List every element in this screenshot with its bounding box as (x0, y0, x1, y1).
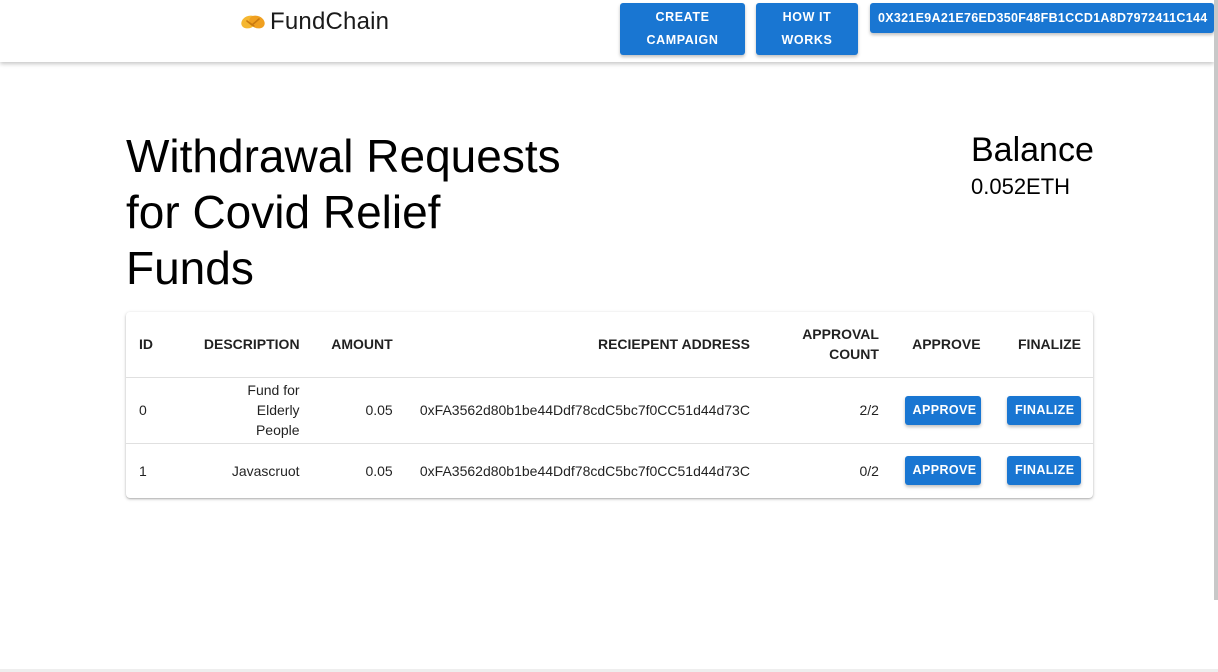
requests-table: ID DESCRIPTION AMOUNT RECIEPENT ADDRESS … (126, 312, 1093, 498)
table-header-row: ID DESCRIPTION AMOUNT RECIEPENT ADDRESS … (126, 312, 1093, 378)
balance-label: Balance (971, 131, 1094, 169)
create-campaign-button[interactable]: CREATE CAMPAIGN (620, 3, 745, 55)
how-it-works-button[interactable]: HOW IT WORKS (756, 3, 858, 55)
table-row: 0 Fund for Elderly People 0.05 0xFA3562d… (126, 377, 1093, 444)
cell-finalize: FINALIZE (992, 377, 1093, 444)
cell-id: 1 (139, 462, 147, 479)
cell-approve: APPROVE (890, 377, 993, 444)
balance-value: 0.052ETH (971, 174, 1071, 199)
page-title: Withdrawal Requests for Covid Relief Fun… (126, 130, 561, 294)
cell-amount: 0.05 (311, 377, 405, 444)
cell-finalize: FINALIZE (993, 443, 1093, 498)
header-approval-count-label: APPROVAL COUNT (802, 326, 879, 363)
approve-button[interactable]: APPROVE (904, 456, 981, 486)
header-approve: APPROVE (890, 312, 993, 378)
cell-description: Javascruot (231, 462, 300, 479)
header-description: DESCRIPTION (191, 312, 312, 378)
cell-approval-count: 2/2 (761, 377, 891, 444)
header-recipient-address: RECIEPENT ADDRESS (404, 312, 762, 378)
header-id: ID (126, 312, 192, 378)
cell-recipient-address: 0xFA3562d80b1be44Ddf78cdC5bc7f0CC51d44d7… (419, 462, 750, 479)
table-row: 1 Javascruot 0.05 0xFA3562d80b1be44Ddf78… (126, 443, 1093, 498)
cell-id: 0 (126, 377, 192, 444)
brand-name: FundChain (270, 8, 390, 35)
scrollbar[interactable] (1214, 0, 1218, 600)
header-finalize: FINALIZE (992, 312, 1093, 378)
account-address-button[interactable]: 0X321E9A21E76ED350F48FB1CCD1A8D7972411C1… (870, 3, 1214, 33)
brand-link[interactable]: FundChain (240, 8, 389, 36)
header-approval-count: APPROVAL COUNT (761, 312, 891, 378)
cell-recipient-address: 0xFA3562d80b1be44Ddf78cdC5bc7f0CC51d44d7… (404, 377, 762, 444)
handshake-icon (241, 15, 265, 29)
finalize-button[interactable]: FINALIZE (1007, 456, 1081, 486)
cell-description: Fund for Elderly People (191, 377, 312, 444)
cell-approval-count: 0/2 (859, 462, 879, 479)
header-amount: AMOUNT (311, 312, 405, 378)
cell-approve: APPROVE (891, 443, 993, 498)
cell-amount: 0.05 (365, 462, 393, 479)
withdrawal-requests-table: ID DESCRIPTION AMOUNT RECIEPENT ADDRESS … (126, 312, 1093, 498)
finalize-button[interactable]: FINALIZE (1007, 395, 1081, 425)
app-bar: FundChain CREATE CAMPAIGN HOW IT WORKS 0… (0, 0, 1214, 62)
approve-button[interactable]: APPROVE (904, 395, 981, 425)
